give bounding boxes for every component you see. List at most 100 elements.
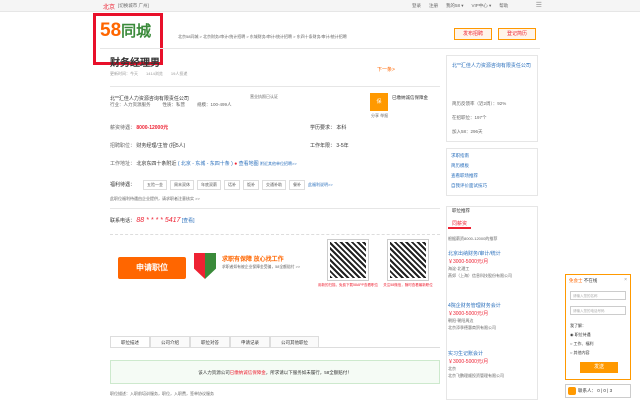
- recommend-item-title[interactable]: 北京出纳财务/审计/统计: [448, 250, 536, 257]
- promo-subtitle[interactable]: 求职者如有被企业保障金受骗，58全额赔付 >>: [222, 265, 318, 270]
- nearby-jobs-link[interactable]: 附近其他单位招聘>>: [260, 161, 297, 166]
- recommend-item-salary: ￥3000-5000元/月: [448, 259, 489, 265]
- intent-label: 我了解：: [570, 323, 586, 328]
- notice-prefix: 该人力资源公司: [198, 370, 230, 375]
- recommend-item-salary: ￥3000-5000元/月: [448, 311, 489, 317]
- recommend-subtitle: 根据薪资8000-12000的推荐: [448, 236, 498, 241]
- edu-row: 学历要求： 本科: [310, 124, 346, 131]
- breadcrumb[interactable]: 北京58同城 > 北京财务/审计/统计招聘 > 东城财务/审计/统计招聘 > 东…: [178, 34, 347, 40]
- view-phone-link[interactable]: [查看]: [182, 218, 195, 224]
- tab-qa[interactable]: 职位对答: [190, 336, 230, 347]
- login-link[interactable]: 登录: [412, 3, 421, 9]
- tab-other-jobs[interactable]: 公司其他职位: [270, 336, 319, 347]
- apply-job-button[interactable]: 申请职位: [118, 257, 186, 279]
- job-title: 财务经理男: [110, 58, 160, 69]
- recommend-item-title[interactable]: 实习生记账会计: [448, 350, 536, 357]
- close-icon[interactable]: ×: [624, 277, 627, 283]
- welfare-tag: 餐补: [289, 180, 305, 190]
- side-link[interactable]: 简历模板: [451, 163, 537, 169]
- option-other[interactable]: ○ 其他内容: [570, 350, 590, 356]
- menu-icon[interactable]: ☰: [536, 1, 542, 9]
- help-link[interactable]: 帮助: [499, 3, 508, 9]
- option-salary[interactable]: ◉ 职位待遇: [570, 332, 591, 338]
- send-button[interactable]: 发送: [580, 362, 618, 373]
- welfare-tag: 五险一金: [143, 180, 167, 190]
- welfare-tag: 话补: [224, 180, 240, 190]
- register-resume-button[interactable]: 登记简历: [498, 28, 536, 40]
- notice-suffix: ，所求请以下服务如未履行，58全额赔付！: [265, 370, 352, 375]
- hire-value: 财务经理/主管 (招5人): [136, 143, 186, 149]
- chat-avatar-icon: [568, 387, 576, 395]
- recommend-item-area: 朝阳·朝阳周边: [448, 318, 474, 323]
- notice-highlight: 已缴纳诚信保障金: [229, 370, 266, 375]
- top-links: 登录 注册 我的58 ▾ VIP中心 ▾ 帮助: [412, 3, 508, 9]
- phone-divider: [110, 234, 440, 235]
- recommend-item-salary: ￥3000-5000元/月: [448, 359, 489, 365]
- welfare-tag: 年底双薪: [197, 180, 221, 190]
- welfare-tag: 周末双休: [170, 180, 194, 190]
- joined-days: 加入58：296天: [452, 129, 483, 134]
- description-start: 职位描述：入职前培训服务，职位，入职费，签单协议服务: [110, 391, 214, 396]
- name-input[interactable]: 请输入您的名称: [570, 291, 626, 300]
- side-link[interactable]: 查看职场推荐: [451, 173, 537, 179]
- tab-company[interactable]: 公司介绍: [150, 336, 190, 347]
- welfare-more-link[interactable]: 此福利说明>>: [308, 182, 333, 188]
- tab-records[interactable]: 申请记录: [230, 336, 270, 347]
- map-pin-icon: ●: [234, 161, 238, 167]
- license-badge: 营业执照已认证: [250, 94, 278, 99]
- phone-input[interactable]: 请输入您的电话号码: [570, 306, 626, 315]
- recommend-item-area: 北京: [448, 366, 456, 371]
- top-bar: 北京 [切换城市 广州] 登录 注册 我的58 ▾ VIP中心 ▾ 帮助 ☰: [0, 0, 640, 12]
- company-type: 性质：私营: [162, 102, 186, 107]
- hire-label: 招聘职位：: [110, 143, 136, 149]
- wechat-qr-code: [387, 239, 429, 281]
- side-company-name[interactable]: 北**汇佳人力资源咨询有限责任公司: [452, 62, 532, 70]
- address-label: 工作地址：: [110, 161, 136, 167]
- company-name[interactable]: 北**汇佳人力资源咨询有限责任公司: [110, 95, 189, 102]
- view-map-link[interactable]: 查看地图: [239, 161, 259, 167]
- hire-row: 招聘职位： 财务经理/主管 (招5人): [110, 142, 185, 149]
- side-link[interactable]: 自我评价面试技巧: [451, 183, 537, 189]
- site-logo[interactable]: 58同城: [100, 20, 151, 42]
- post-job-button[interactable]: 发布招聘: [454, 28, 492, 40]
- address-row: 工作地址： 北京东四十条附近 ( 北京 - 东城 - 东四十条 ) ● 查看地图…: [110, 160, 297, 167]
- welfare-label: 福利待遇：: [110, 182, 136, 188]
- welfare-note[interactable]: 此职位福利待遇由企业提供，请求职者注意核实 >>: [110, 196, 200, 202]
- open-jobs-count[interactable]: 在招职位：197个: [452, 115, 487, 121]
- option-welfare[interactable]: ○ 工作、福利: [570, 341, 594, 347]
- next-link[interactable]: 下一条>: [377, 66, 395, 73]
- phone-row: 联系电话： 88 * * * * 5417 [查看]: [110, 217, 195, 224]
- recommend-item-title[interactable]: 4院企财务管理财务会计: [448, 302, 536, 309]
- app-qr-label: 用新的扫描，免费下载58APP查看职位: [318, 283, 378, 287]
- contact-bar-label: 联系人： 0 | 0 | 3: [578, 388, 613, 393]
- register-link[interactable]: 注册: [429, 3, 438, 9]
- current-city[interactable]: 北京: [103, 2, 115, 11]
- share-report[interactable]: 分享 举报: [371, 113, 388, 119]
- switch-city-link[interactable]: [切换城市 广州]: [118, 3, 149, 9]
- tab-description[interactable]: 职位描述: [110, 336, 150, 347]
- salary-value: 8000-12000元: [136, 125, 169, 131]
- side-link[interactable]: 求职指南: [451, 153, 537, 159]
- apply-count: 19人投递: [170, 71, 188, 76]
- address-value: 北京东四十条附近: [136, 161, 177, 167]
- recommend-item[interactable]: 4院企财务管理财务会计 ￥3000-5000元/月 朝阳·朝阳周边 北京添季德惠…: [448, 302, 536, 331]
- info-divider: [110, 208, 440, 209]
- contact-bar[interactable]: 联系人： 0 | 0 | 3: [565, 384, 631, 398]
- exp-row: 工作年限： 3-5年: [310, 142, 349, 149]
- recommend-tab-salary[interactable]: 同薪资: [448, 220, 472, 229]
- vip-center-menu[interactable]: VIP中心 ▾: [472, 3, 492, 9]
- side-links: 求职指南 简历模板 查看职场推荐 自我评价面试技巧: [446, 148, 538, 196]
- recommend-item-company: 北京飞鹏理顺投资管理有限公司: [448, 373, 504, 378]
- update-time: 更新时间：今天: [110, 71, 138, 76]
- job-meta: 更新时间：今天 1414浏览 19人投递: [110, 71, 187, 77]
- promo-title: 求职有保障 放心找工作: [222, 257, 284, 263]
- my58-menu[interactable]: 我的58 ▾: [446, 3, 464, 9]
- salary-label: 薪资待遇：: [110, 125, 136, 131]
- recommend-item[interactable]: 北京出纳财务/审计/统计 ￥3000-5000元/月 海淀·北理工 燕郊（上海）…: [448, 250, 536, 279]
- address-district-link[interactable]: ( 北京 - 东城 - 东四十条 ): [178, 161, 233, 167]
- recommend-heading: 职位推荐: [452, 208, 470, 213]
- phone-number: 88 * * * * 5417: [136, 217, 181, 224]
- recommend-item[interactable]: 实习生记账会计 ￥3000-5000元/月 北京 北京飞鹏理顺投资管理有限公司: [448, 350, 536, 379]
- recommend-item-area: 海淀·北理工: [448, 266, 470, 271]
- recommend-item-company: 燕郊（上海）信息科技股份有限公司: [448, 273, 512, 278]
